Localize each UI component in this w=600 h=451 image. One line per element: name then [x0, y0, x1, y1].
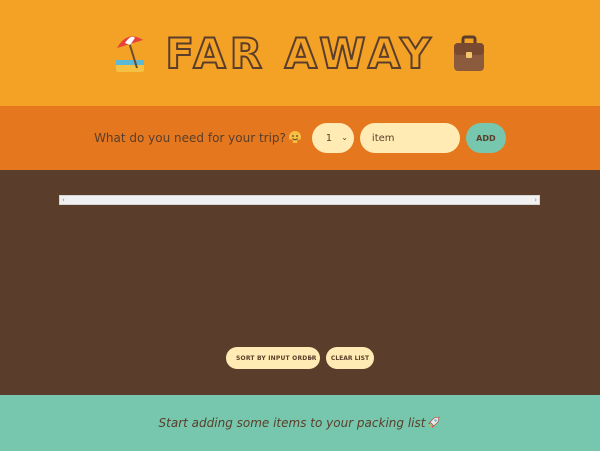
chevron-down-icon: ⌄ — [341, 133, 348, 142]
clear-list-button[interactable]: CLEAR LIST — [326, 347, 374, 369]
scroll-left-icon[interactable]: ‹ — [62, 195, 65, 205]
quantity-select[interactable]: 1 ⌄ — [311, 123, 354, 153]
app-header: FAR AWAY — [0, 0, 600, 106]
briefcase-icon — [449, 31, 489, 75]
form-question: What do you need for your trip? — [94, 130, 302, 147]
horizontal-scrollbar[interactable]: ‹ › — [59, 195, 540, 205]
stats-text: Start adding some items to your packing … — [158, 416, 426, 430]
add-button[interactable]: ADD — [465, 123, 506, 153]
beach-umbrella-icon — [111, 31, 151, 75]
form-question-text: What do you need for your trip? — [94, 131, 286, 145]
rocket-icon — [427, 415, 441, 432]
add-item-form: What do you need for your trip? 1 ⌄ ADD — [0, 106, 600, 170]
sort-select-value: SORT BY INPUT ORDER — [236, 354, 317, 362]
stats-footer: Start adding some items to your packing … — [0, 395, 600, 451]
quantity-value: 1 — [325, 132, 333, 144]
item-input[interactable] — [359, 123, 460, 153]
hugging-face-icon — [288, 130, 302, 147]
scroll-right-icon[interactable]: › — [534, 195, 537, 205]
app-title: FAR AWAY — [164, 29, 435, 78]
sort-select[interactable]: SORT BY INPUT ORDER ⌄ — [226, 347, 320, 369]
list-actions: SORT BY INPUT ORDER ⌄ CLEAR LIST — [0, 347, 600, 369]
chevron-down-icon: ⌄ — [307, 353, 314, 361]
